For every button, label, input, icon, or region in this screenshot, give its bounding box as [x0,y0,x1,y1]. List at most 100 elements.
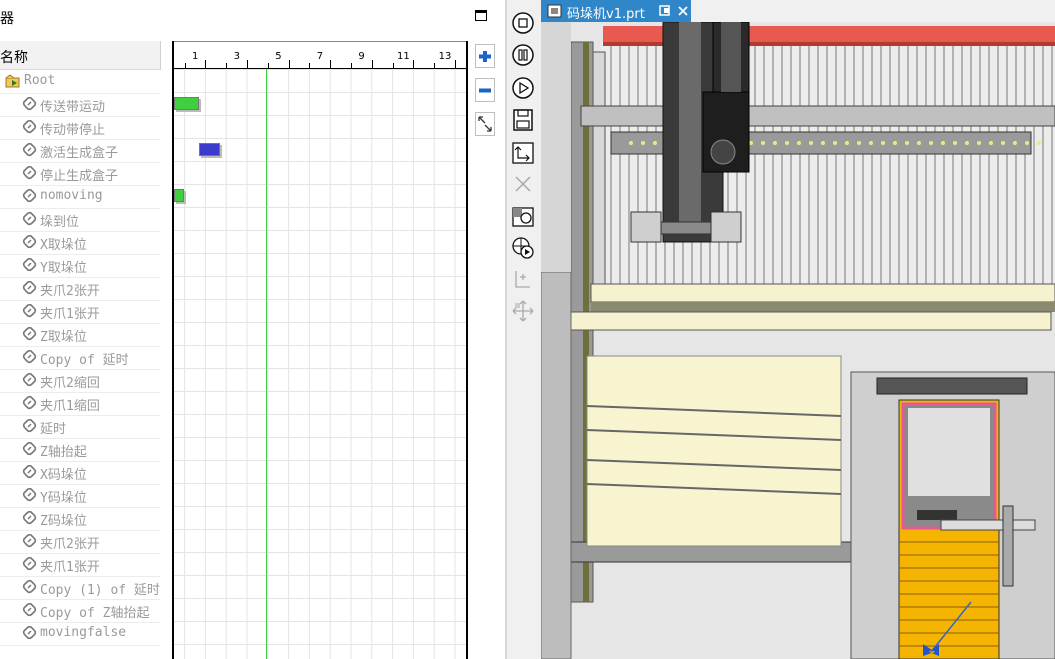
tree-row[interactable]: Copy (1) of 延时 [0,576,160,600]
tree-row-label: X码垛位 [40,468,87,483]
tree-row-label: movingfalse [40,625,127,640]
tree-row-label: Z取垛位 [40,330,87,345]
tick-label: 11 [397,51,410,62]
tree-root-row[interactable]: Root [0,70,160,94]
tree-row[interactable]: 传送带运动 [0,93,160,117]
tree-row-label: Y取垛位 [40,261,87,276]
link-icon [22,166,37,180]
tree-row-label: Z轴抬起 [40,445,87,460]
tree-row[interactable]: movingfalse [0,622,160,646]
timeline-grid [174,69,466,659]
tree-row-label: Root [24,73,56,88]
save-snapshot-button[interactable] [510,107,536,133]
timeline-ruler[interactable]: 1 3 5 7 9 11 13 [174,41,466,70]
tick-label: 5 [275,51,282,62]
simulation-toolbar [507,0,540,659]
link-icon [22,442,37,456]
timeline-bar[interactable] [174,189,185,202]
tree-row-label: 传动带停止 [40,123,106,138]
close-icon [515,176,531,192]
zoom-in-button[interactable] [475,44,495,68]
tree-row-label: 夹爪1缩回 [40,399,100,414]
ruler-tick [288,60,290,68]
link-icon [22,350,37,364]
tree-row-label: 夹爪2张开 [40,284,100,299]
tree-row[interactable]: X取垛位 [0,231,160,255]
tree-row[interactable]: Z码垛位 [0,507,160,531]
link-icon [22,488,37,502]
align-button[interactable] [510,267,536,293]
export-icon [512,142,534,164]
link-icon [22,626,37,640]
align-icon [515,271,530,288]
tree-row[interactable]: X码垛位 [0,461,160,485]
ruler-tick [267,63,269,68]
capture-icon [512,207,534,227]
tree-row-label: Copy of 延时 [40,353,129,368]
link-icon [22,258,37,272]
zoom-out-button[interactable] [475,78,495,102]
3d-viewport[interactable] [541,22,1055,659]
ruler-tick [434,63,436,68]
folder-run-icon [5,74,20,88]
time-cursor[interactable] [266,69,268,659]
link-icon [22,235,37,249]
link-icon [22,419,37,433]
link-icon [22,396,37,410]
link-icon [22,97,37,111]
tree-row[interactable]: 夹爪1缩回 [0,392,160,416]
tree-row-label: X取垛位 [40,238,87,253]
tree-row-label: 夹爪2缩回 [40,376,100,391]
tab-close-icon[interactable] [677,5,689,17]
tree-row[interactable]: nomoving [0,185,160,209]
tree-row[interactable]: 传动带停止 [0,116,160,140]
fit-button[interactable] [475,112,495,136]
pause-icon [512,44,534,66]
ruler-tick [247,60,248,68]
ruler-tick [205,60,207,68]
palletizer-model-render [541,22,1055,659]
tree-row[interactable]: Z取垛位 [0,323,160,347]
tree-row[interactable]: Copy of Z轴抬起 [0,599,160,623]
ruler-tick [371,60,373,68]
timeline[interactable]: 1 3 5 7 9 11 13 [172,41,468,659]
tree-row[interactable]: 夹爪1张开 [0,553,160,577]
timeline-bar[interactable] [198,143,220,156]
tree-row[interactable]: 夹爪2缩回 [0,369,160,393]
tree-row[interactable]: 夹爪1张开 [0,300,160,324]
ruler-tick [455,60,456,68]
tree-row[interactable]: Y码垛位 [0,484,160,508]
name-column-header[interactable]: 名称 [0,41,161,70]
tree-row[interactable]: 夹爪2张开 [0,277,160,301]
export-button[interactable] [510,140,536,166]
simulate-icon [512,237,534,259]
simulate-button[interactable] [510,235,536,261]
tree-row[interactable]: 垛到位 [0,208,160,232]
tree-row[interactable]: 停止生成盒子 [0,162,160,186]
save-icon [513,109,533,131]
tree-row[interactable]: Z轴抬起 [0,438,160,462]
tick-label: 13 [438,51,452,62]
play-icon [512,77,534,99]
link-icon [22,534,37,548]
close-button[interactable] [510,171,536,197]
part-tab[interactable]: 码垛机v1.prt [541,0,691,22]
play-button[interactable] [510,75,536,101]
tick-label: 7 [316,51,324,62]
tab-float-icon[interactable] [659,5,671,17]
link-icon [22,580,37,594]
link-icon [22,120,37,134]
stop-button[interactable] [510,10,536,36]
tree-row-label: nomoving [40,188,103,203]
capture-button[interactable] [510,203,536,229]
tree-row[interactable]: Copy of 延时 [0,346,160,370]
timeline-bar[interactable] [174,97,199,110]
tree-row[interactable]: 延时 [0,415,160,439]
tree-row[interactable]: Y取垛位 [0,254,160,278]
tree-row[interactable]: 激活生成盒子 [0,139,160,163]
tree-row-label: Y码垛位 [40,491,87,506]
move-button[interactable] [510,298,536,324]
maximize-button[interactable] [475,10,487,21]
tree-row[interactable]: 夹爪2张开 [0,530,160,554]
pause-button[interactable] [510,42,536,68]
